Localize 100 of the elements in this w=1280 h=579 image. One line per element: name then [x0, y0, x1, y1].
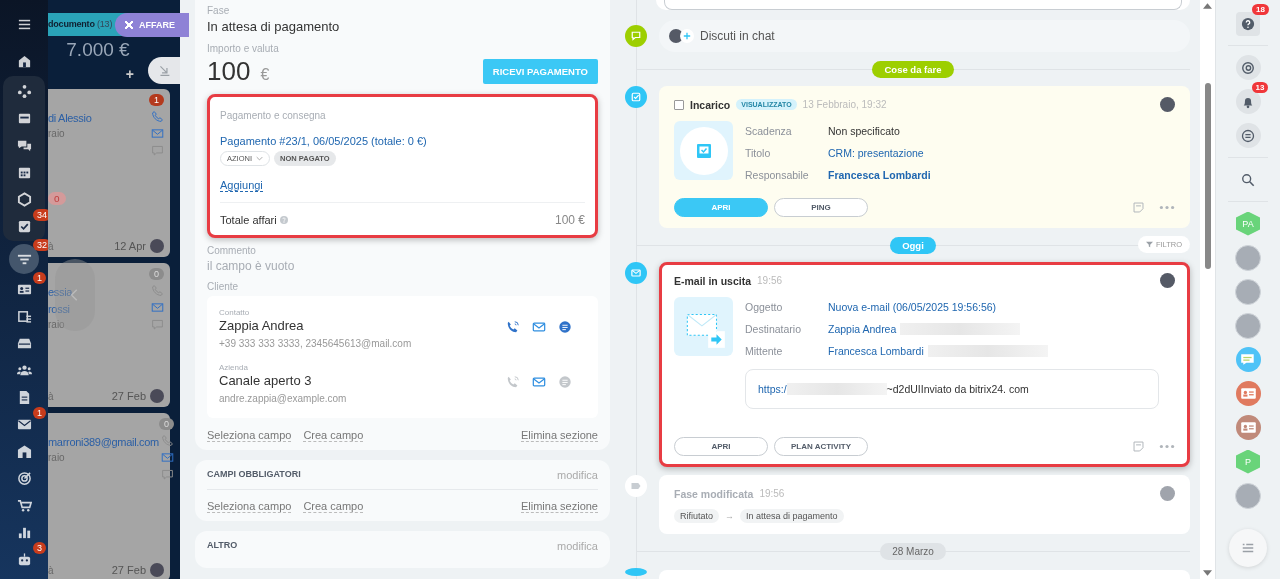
field-label: Fase — [207, 4, 231, 18]
chat-bar[interactable]: Discuti in chat — [659, 20, 1190, 52]
field-link[interactable]: CRM: presentazione — [828, 146, 924, 159]
chat-label: Discuti in chat — [700, 29, 775, 43]
select-field-link[interactable]: Seleziona campo — [207, 429, 292, 442]
field-link[interactable]: Francesca Lombardi — [828, 344, 924, 357]
counter-badge: 3 — [33, 542, 46, 554]
tag-marker-icon — [625, 475, 647, 497]
close-button[interactable]: AFFARE — [115, 13, 189, 37]
stage-tag: o — [48, 192, 66, 205]
date-divider: Cose da fare — [872, 61, 954, 78]
add-participant-icon[interactable] — [680, 29, 694, 43]
chevron-down-icon — [256, 156, 263, 161]
add-button[interactable]: + — [48, 67, 134, 81]
activity-time: 19:56 — [757, 275, 783, 286]
section-title: ALTRO — [207, 540, 238, 552]
phone-icon[interactable] — [506, 320, 520, 334]
card-text: raio — [48, 452, 66, 463]
create-field-link[interactable]: Crea campo — [303, 429, 364, 442]
counter-badge: 0 — [158, 418, 174, 430]
delete-section-link[interactable]: Elimina sezione — [520, 500, 598, 513]
deal-date: 12 Apr — [114, 240, 146, 252]
activity-title: E-mail in uscita — [674, 274, 752, 287]
avatar — [150, 239, 164, 253]
date-divider: Oggi — [890, 237, 936, 254]
checkbox[interactable] — [674, 99, 684, 110]
sidebar-button[interactable] — [1235, 55, 1261, 80]
stage-value[interactable]: In attesa di pagamento — [207, 18, 598, 36]
avatar — [1160, 273, 1175, 288]
counter-badge: 18 — [1252, 4, 1269, 15]
avatar — [1160, 486, 1175, 501]
robot-icon — [16, 551, 32, 567]
home-icon — [16, 53, 32, 69]
stage-tag: Rifiutato — [674, 509, 720, 523]
nav-item[interactable] — [9, 244, 39, 274]
field-label: Mittente — [745, 344, 784, 357]
mail-icon[interactable] — [532, 320, 546, 334]
scroll-down-icon[interactable] — [1203, 570, 1212, 576]
total-label: Totale affari — [220, 214, 277, 226]
scroll-up-icon[interactable] — [1203, 3, 1212, 9]
client-details: +39 333 333 3333, 2345645613@mail.com — [219, 338, 412, 349]
deal-date: 27 Feb — [111, 390, 146, 402]
counter-badge: 1 — [33, 407, 46, 419]
sidebar-button[interactable] — [1235, 89, 1261, 114]
entry-type-label: Azienda — [219, 363, 249, 372]
counter-badge: 1 — [149, 94, 164, 106]
target-icon — [16, 470, 32, 486]
field-label: Responsabile — [745, 168, 810, 181]
help-button[interactable] — [1236, 11, 1260, 36]
cart-icon — [16, 497, 32, 513]
outgoing-mail-illustration — [674, 297, 733, 356]
sidebar-button[interactable] — [1235, 123, 1261, 148]
field-label: Commento — [207, 244, 257, 258]
action-button[interactable]: PING — [774, 198, 868, 217]
avatar — [1160, 97, 1175, 112]
section-title: CAMPI OBBLIGATORI — [207, 469, 301, 481]
payment-link[interactable]: Pagamento #23/1, 06/05/2025 (totale: 0 €) — [220, 135, 585, 147]
mail-icon[interactable] — [160, 451, 174, 464]
scrollbar-thumb[interactable] — [1204, 83, 1211, 269]
avatar — [669, 29, 683, 43]
avatar — [150, 563, 164, 577]
collapse-button[interactable] — [148, 57, 180, 84]
comment-icon[interactable] — [160, 468, 174, 481]
deal-title[interactable]: di Alessio — [48, 111, 92, 125]
action-button[interactable]: PLAN ACTIVITY — [774, 437, 868, 456]
copilot-icon — [1241, 60, 1255, 75]
task-illustration — [674, 121, 733, 180]
checkbox-icon — [16, 218, 32, 234]
field-link[interactable]: Zappia Andrea — [828, 322, 897, 335]
avatar — [150, 389, 164, 403]
message-text: ~d2dUIInviato da bitrix24. com — [886, 383, 1029, 395]
add-link[interactable]: Aggiungi — [220, 179, 263, 192]
schedule-icon — [16, 308, 32, 324]
deal-title[interactable]: marroni389@gmail.com — [48, 435, 159, 449]
section-title: Pagamento e consegna — [220, 109, 327, 123]
field-link[interactable]: Nuova e-mail (06/05/2025 19:56:56) — [828, 300, 997, 313]
amount-value: 100 — [207, 56, 251, 86]
empty-field-text: il campo è vuoto — [207, 258, 296, 274]
counter-badge: 1 — [33, 272, 46, 284]
action-button[interactable]: APRI — [674, 437, 768, 456]
chat-icon — [1241, 128, 1255, 143]
create-field-link[interactable]: Crea campo — [303, 500, 364, 513]
field-link[interactable]: Francesca Lombardi — [828, 168, 931, 181]
client-name[interactable]: Canale aperto 3 — [219, 372, 347, 389]
phone-icon[interactable] — [160, 434, 174, 447]
delete-section-link[interactable]: Elimina sezione — [520, 429, 598, 442]
mail-marker-icon — [625, 262, 647, 284]
date-divider: 28 Marzo — [880, 543, 946, 560]
field-value: Non specificato — [828, 124, 900, 137]
mail-icon[interactable] — [532, 375, 546, 389]
activity-time: 19:56 — [759, 488, 785, 499]
chat-icon[interactable] — [558, 320, 572, 334]
field-label: Destinatario — [745, 322, 803, 335]
select-field-link[interactable]: Seleziona campo — [207, 500, 292, 513]
counter-badge: 13 — [1251, 82, 1269, 93]
hexagon-icon — [16, 191, 32, 207]
column-total: 7.000 € — [65, 39, 131, 61]
client-name[interactable]: Zappia Andrea — [219, 317, 412, 334]
message-link[interactable]: https:/ — [758, 383, 787, 395]
total-value: 100 € — [554, 213, 585, 227]
